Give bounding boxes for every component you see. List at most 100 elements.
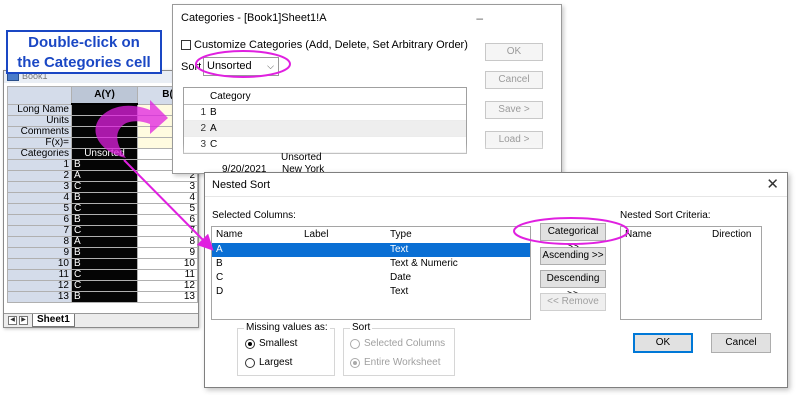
cell-a[interactable]: B (71, 213, 138, 226)
sheet-tab-bar: ◀ ▶ Sheet1 (4, 313, 198, 327)
cell-b[interactable]: 4 (137, 191, 198, 204)
category-row[interactable]: 2A (184, 121, 466, 137)
cell-b[interactable]: 12 (137, 279, 198, 292)
cell-a[interactable]: C (71, 202, 138, 215)
criteria-header-name: Name (625, 229, 652, 240)
list-item[interactable]: C Date (212, 271, 530, 285)
ok-button[interactable]: OK (633, 333, 693, 353)
row-header[interactable]: 3 (7, 180, 72, 193)
cell-b[interactable]: 5 (137, 202, 198, 215)
ascending-button[interactable]: Ascending >> (540, 247, 606, 265)
radio-icon[interactable] (245, 357, 255, 368)
list-item[interactable]: A Text (212, 243, 530, 257)
tab-scroll-right-icon[interactable]: ▶ (19, 316, 28, 325)
row-header[interactable]: 8 (7, 235, 72, 248)
row-header[interactable]: 2 (7, 169, 72, 182)
cell-a[interactable]: A (71, 169, 138, 182)
criteria-header-direction: Direction (712, 229, 752, 240)
row-header[interactable]: 9 (7, 246, 72, 259)
column-name: C (216, 272, 224, 283)
row-header[interactable]: 5 (7, 202, 72, 215)
cell-a-fx[interactable] (71, 136, 138, 149)
selected-columns-list[interactable]: Name Label Type A Text B Text & Numeric … (211, 226, 531, 320)
smallest-radio[interactable]: Smallest (245, 338, 297, 349)
nested-sort-criteria-list[interactable]: Name Direction (620, 226, 762, 320)
customize-categories-label: Customize Categories (Add, Delete, Set A… (194, 39, 468, 51)
row-header[interactable]: 1 (7, 158, 72, 171)
callout-line-2: the Categories cell (17, 54, 151, 71)
list-header: Name Label Type (212, 227, 530, 243)
cell-a-units[interactable] (71, 114, 138, 127)
checkbox-icon[interactable] (181, 40, 191, 50)
cell-b[interactable]: 3 (137, 180, 198, 193)
largest-radio[interactable]: Largest (245, 357, 292, 368)
row-header-categories[interactable]: Categories (7, 147, 72, 160)
cell-b[interactable]: 8 (137, 235, 198, 248)
cell-a[interactable]: C (71, 180, 138, 193)
row-header[interactable]: 11 (7, 268, 72, 281)
cell-a[interactable]: B (71, 158, 138, 171)
row-header[interactable]: 13 (7, 290, 72, 303)
save-button[interactable]: Save > (485, 101, 543, 119)
descending-button[interactable]: Descending >> (540, 270, 606, 300)
row-header-comments[interactable]: Comments (7, 125, 72, 138)
customize-categories-checkbox[interactable]: Customize Categories (Add, Delete, Set A… (181, 39, 468, 51)
cell-a[interactable]: B (71, 191, 138, 204)
row-header-fx[interactable]: F(x)= (7, 136, 72, 149)
sort-scope-label: Sort (350, 322, 373, 333)
column-header-a[interactable]: A(Y) (71, 86, 138, 105)
largest-label: Largest (259, 357, 293, 368)
categories-cell[interactable]: Unsorted (71, 147, 138, 160)
cell-b[interactable]: 10 (137, 257, 198, 270)
row-header[interactable]: 6 (7, 213, 72, 226)
cell-a[interactable]: C (71, 268, 138, 281)
categories-dialog: Categories - [Book1]Sheet1!A – Customize… (172, 4, 562, 174)
cell-b[interactable]: 11 (137, 268, 198, 281)
cell-a[interactable]: A (71, 235, 138, 248)
radio-selected-icon[interactable] (245, 338, 255, 349)
cell-b[interactable]: 9 (137, 246, 198, 259)
row-header-long-name[interactable]: Long Name (7, 103, 72, 116)
row-header[interactable]: 4 (7, 191, 72, 204)
radio-selected-icon[interactable] (350, 357, 360, 368)
category-row[interactable]: 1B (184, 105, 466, 121)
column-type: Text (390, 244, 409, 255)
selected-columns-radio[interactable]: Selected Columns (350, 338, 445, 349)
entire-worksheet-radio[interactable]: Entire Worksheet (350, 357, 441, 368)
cell-a[interactable]: B (71, 257, 138, 270)
cell-b[interactable]: 7 (137, 224, 198, 237)
cancel-button[interactable]: Cancel (711, 333, 771, 353)
cell-b[interactable]: 6 (137, 213, 198, 226)
list-item[interactable]: B Text & Numeric (212, 257, 530, 271)
categories-dialog-title: Categories - [Book1]Sheet1!A (181, 12, 327, 24)
cell-a-long-name[interactable] (71, 103, 138, 116)
ghost-unsorted-label: Unsorted (281, 152, 322, 163)
instruction-callout: Double-click on the Categories cell (6, 30, 162, 74)
column-name: A (216, 244, 223, 255)
category-row-value: A (210, 123, 217, 134)
cell-a[interactable]: C (71, 224, 138, 237)
tab-scroll-left-icon[interactable]: ◀ (8, 316, 17, 325)
cell-a[interactable]: C (71, 279, 138, 292)
sort-dropdown[interactable]: Unsorted ⌵ (203, 57, 279, 76)
minimize-icon[interactable]: – (476, 5, 483, 31)
cell-a[interactable]: B (71, 290, 138, 303)
categorical-button[interactable]: Categorical >> (540, 223, 606, 253)
list-item[interactable]: D Text (212, 285, 530, 299)
row-header[interactable]: 7 (7, 224, 72, 237)
ok-button[interactable]: OK (485, 43, 543, 61)
row-header[interactable]: 10 (7, 257, 72, 270)
radio-icon[interactable] (350, 338, 360, 349)
selected-columns-label: Selected Columns: (212, 210, 296, 221)
header-label: Label (304, 229, 329, 240)
cell-b[interactable]: 13 (137, 290, 198, 303)
close-icon[interactable]: ✕ (766, 173, 779, 197)
row-header-units[interactable]: Units (7, 114, 72, 127)
remove-button[interactable]: << Remove (540, 293, 606, 311)
cell-a[interactable]: B (71, 246, 138, 259)
corner-cell[interactable] (7, 86, 72, 105)
sheet-tab[interactable]: Sheet1 (32, 314, 75, 327)
cell-a-comments[interactable] (71, 125, 138, 138)
row-header[interactable]: 12 (7, 279, 72, 292)
cancel-button[interactable]: Cancel (485, 71, 543, 89)
